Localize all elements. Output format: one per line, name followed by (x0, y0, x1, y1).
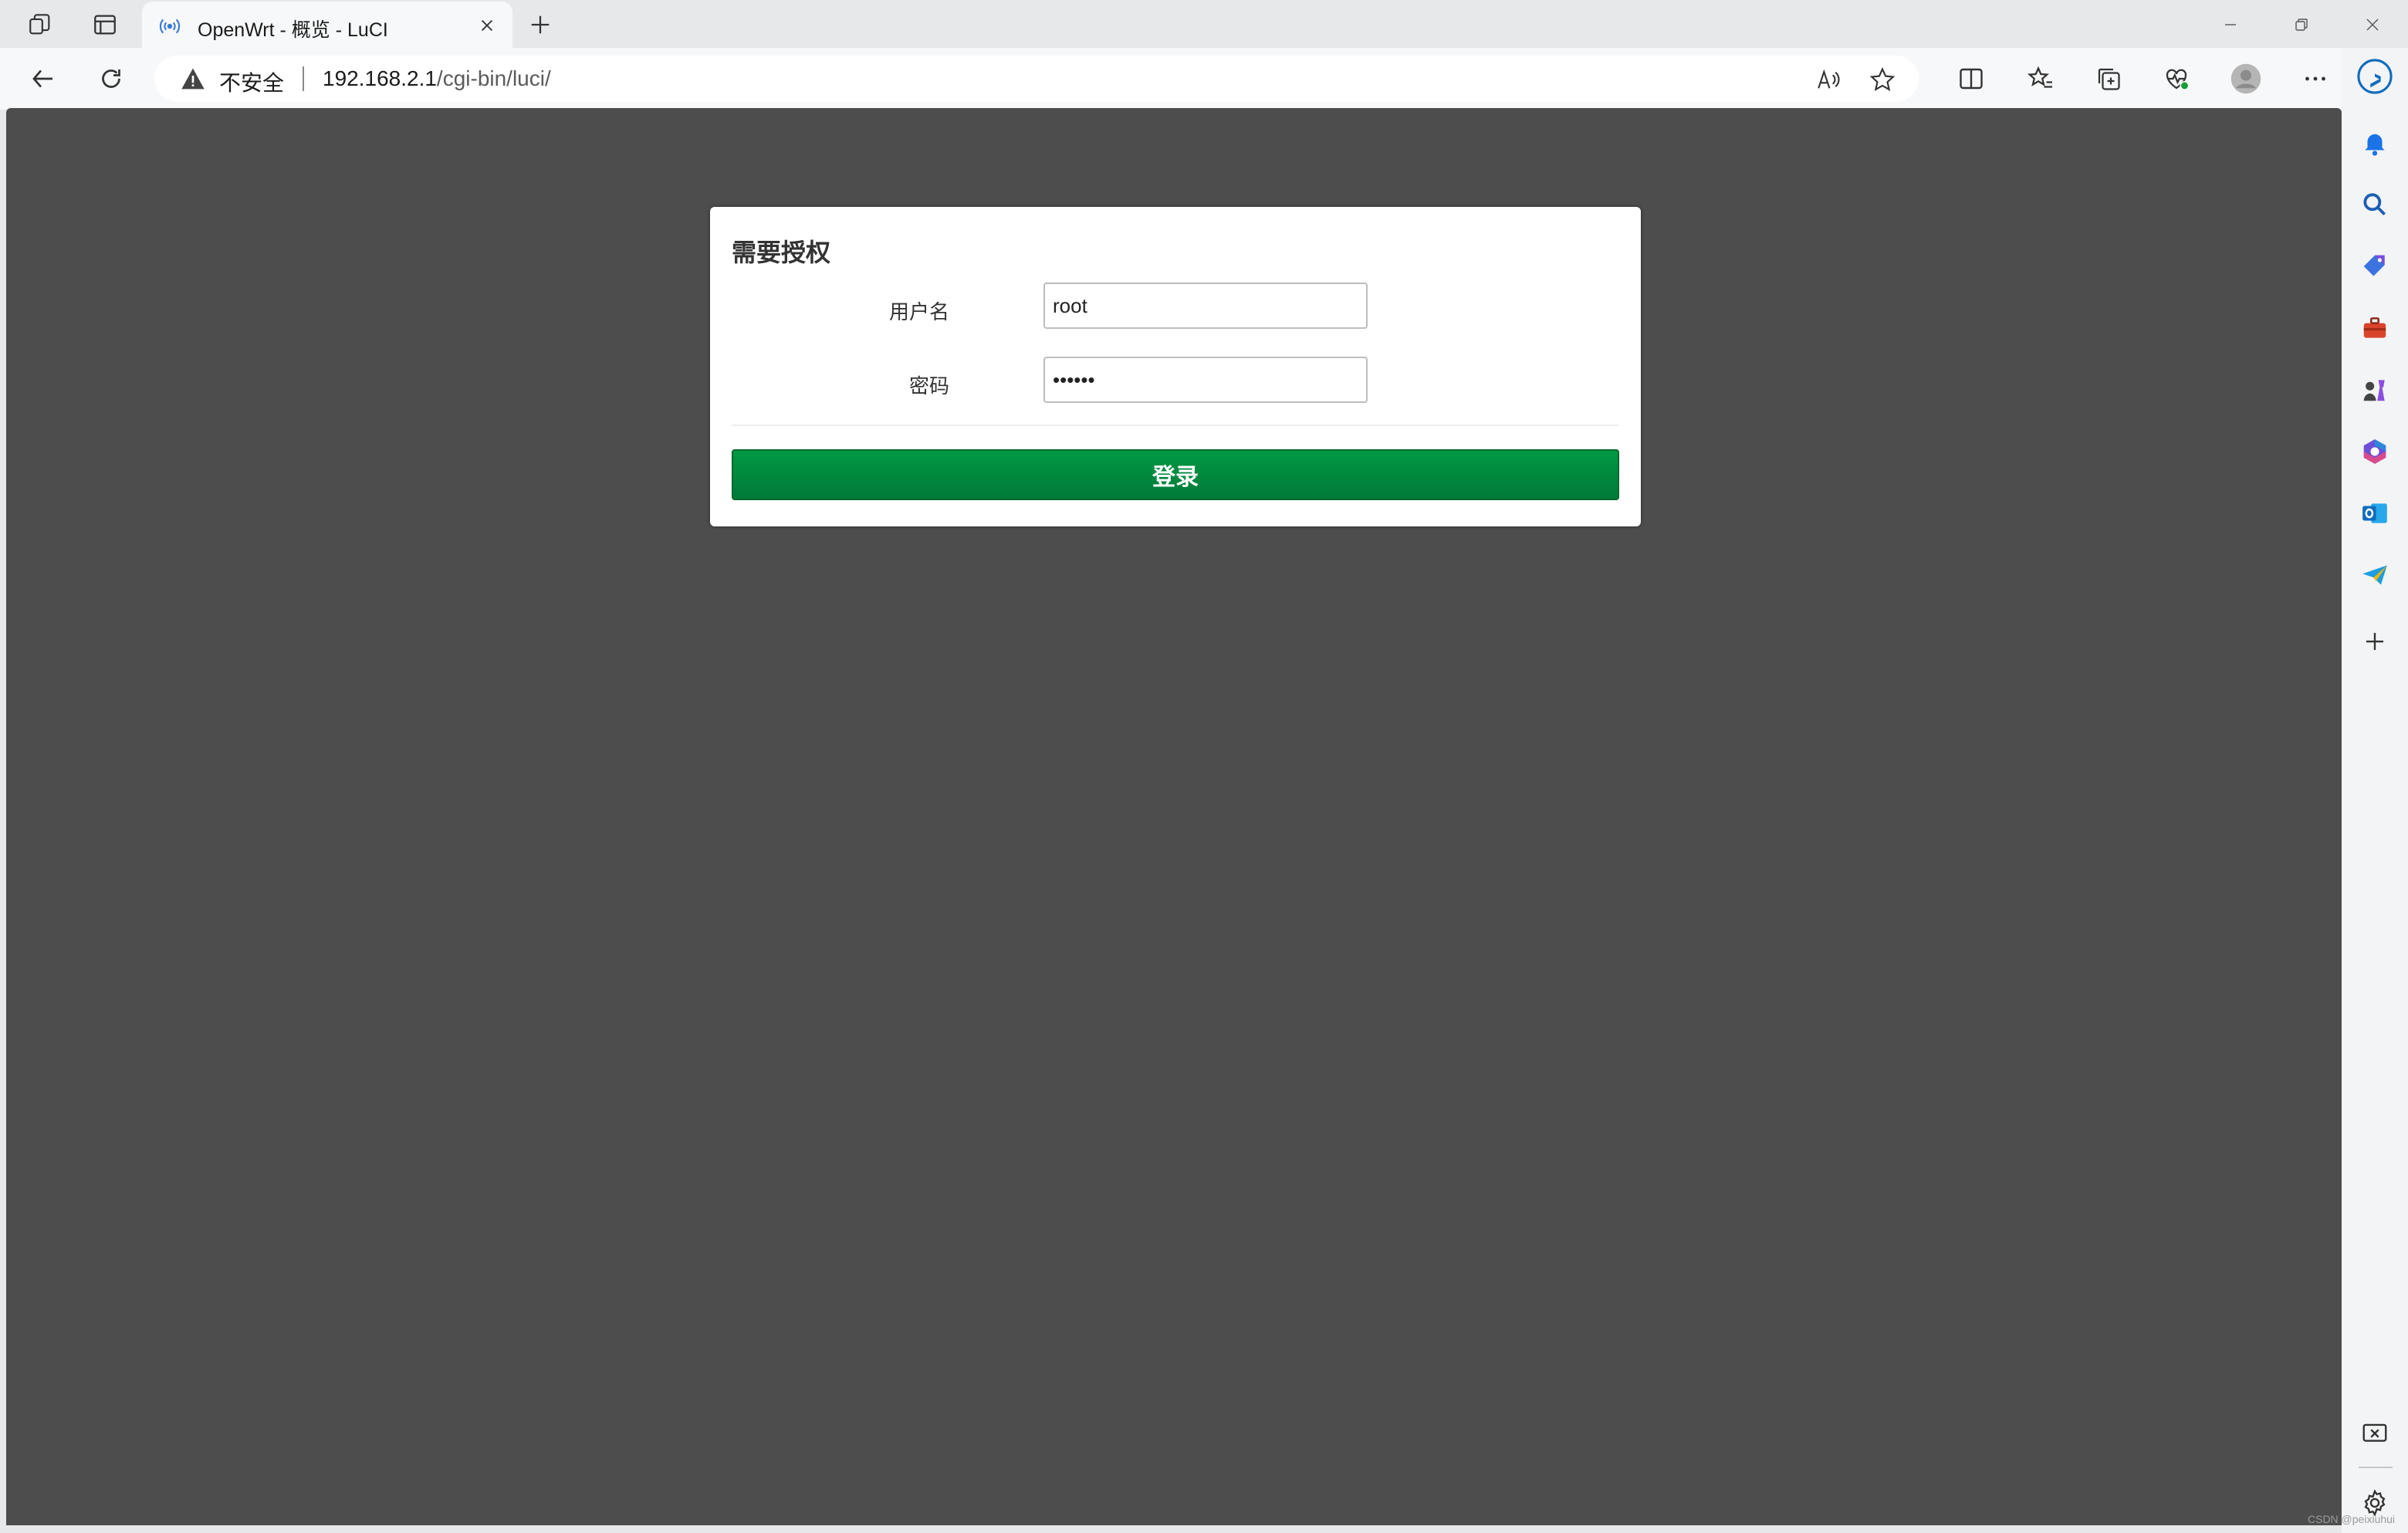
close-icon (481, 19, 493, 32)
games-button[interactable] (2356, 371, 2394, 409)
bottom-edge (0, 1525, 2342, 1533)
read-aloud-button[interactable] (1812, 63, 1845, 96)
login-button[interactable]: 登录 (732, 449, 1619, 500)
workspaces-icon (29, 14, 50, 35)
plus-icon (531, 15, 550, 34)
page-viewport: 需要授权 用户名 密码 登录 (6, 108, 2342, 1525)
split-screen-button[interactable] (1951, 59, 1991, 99)
minimize-icon (2225, 24, 2236, 25)
paper-plane-icon (2362, 565, 2387, 585)
username-input[interactable] (1043, 283, 1368, 329)
outlook-icon (2362, 503, 2387, 523)
password-input[interactable] (1043, 357, 1368, 403)
url-host: 192.168.2.1 (323, 66, 437, 90)
more-options-button[interactable] (2295, 59, 2335, 99)
office-icon (2363, 439, 2386, 464)
collections-icon (2098, 68, 2120, 90)
screenshot-icon (2362, 1423, 2387, 1442)
address-separator (303, 66, 304, 91)
active-tab[interactable]: OpenWrt - 概览 - LuCI (142, 2, 512, 49)
bing-chat-button[interactable] (2356, 57, 2394, 96)
tab-title: OpenWrt - 概览 - LuCI (198, 19, 388, 41)
back-button[interactable] (23, 59, 63, 99)
password-label: 密码 (908, 374, 949, 398)
outlook-button[interactable] (2356, 494, 2394, 533)
favorites-button[interactable] (2021, 59, 2061, 99)
login-card: 需要授权 用户名 密码 登录 (710, 207, 1641, 526)
favorite-button[interactable] (1866, 63, 1899, 96)
shopping-button[interactable] (2356, 247, 2394, 286)
refresh-icon (102, 69, 120, 88)
security-status[interactable]: 不安全 (219, 66, 284, 97)
close-icon (2366, 19, 2379, 31)
hide-sidebar-button[interactable] (2356, 1414, 2394, 1453)
profile-button[interactable] (2226, 59, 2266, 99)
heart-pulse-icon (2166, 69, 2190, 90)
arrow-left-icon (32, 69, 52, 88)
chess-piece-icon (2363, 380, 2385, 401)
restore-icon (2295, 19, 2308, 31)
drop-button[interactable] (2356, 556, 2394, 594)
star-icon (1869, 66, 1896, 92)
edge-sidebar (2342, 48, 2408, 1533)
new-tab-button[interactable] (522, 6, 559, 43)
split-screen-icon (1960, 68, 1983, 90)
collections-button[interactable] (2088, 59, 2129, 99)
form-divider (732, 425, 1619, 426)
login-title: 需要授权 (732, 239, 831, 266)
watermark: CSDN @peixiuhui (2308, 1513, 2396, 1525)
sidebar-divider (2359, 1467, 2393, 1468)
restore-button[interactable] (2274, 6, 2329, 43)
url-text[interactable]: 192.168.2.1/cgi-bin/luci/ (323, 66, 551, 91)
microsoft-365-button[interactable] (2356, 432, 2394, 471)
url-path: /cgi-bin/luci/ (436, 66, 551, 90)
minimize-button[interactable] (2203, 6, 2258, 43)
warning-icon (181, 68, 205, 90)
plus-icon (2366, 632, 2384, 651)
bing-icon (2357, 59, 2393, 94)
bell-icon (2365, 134, 2385, 156)
toolbox-icon (2363, 317, 2386, 338)
address-bar[interactable]: 不安全 192.168.2.1/cgi-bin/luci/ (154, 56, 1919, 102)
workspaces-button[interactable] (20, 6, 60, 43)
avatar-icon (2230, 63, 2261, 94)
refresh-button[interactable] (91, 59, 131, 99)
search-button[interactable] (2356, 185, 2394, 224)
ellipsis-icon (2305, 76, 2325, 81)
vertical-tabs-icon (94, 15, 116, 35)
notifications-button[interactable] (2356, 124, 2394, 162)
customize-sidebar-button[interactable] (2356, 622, 2394, 661)
username-label: 用户名 (888, 300, 949, 323)
wifi-signal-favicon-icon (159, 19, 181, 34)
browser-essentials-button[interactable] (2156, 59, 2197, 99)
search-icon (2363, 193, 2386, 216)
vertical-tabs-button[interactable] (85, 6, 125, 43)
read-aloud-icon (1818, 69, 1840, 89)
favorites-list-icon (2027, 66, 2052, 88)
tab-close-button[interactable] (472, 11, 502, 40)
close-window-button[interactable] (2345, 6, 2400, 43)
tab-strip: OpenWrt - 概览 - LuCI (0, 0, 2408, 49)
tools-button[interactable] (2356, 309, 2394, 347)
browser-toolbar: 不安全 192.168.2.1/cgi-bin/luci/ (0, 48, 2408, 110)
tag-icon (2363, 255, 2385, 276)
